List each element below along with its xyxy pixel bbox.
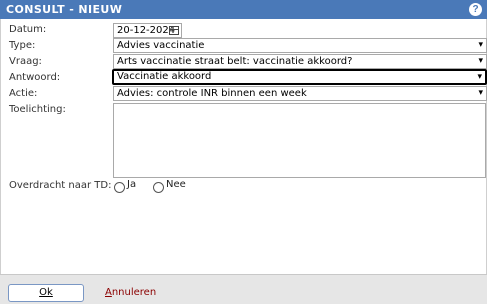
dialog-titlebar: CONSULT - NIEUW ? [0, 0, 487, 19]
vraag-select[interactable]: Arts vaccinatie straat belt: vaccinatie … [113, 54, 487, 69]
chevron-down-icon: ▾ [478, 88, 483, 98]
type-label: Type: [9, 40, 36, 51]
vraag-label: Vraag: [9, 56, 42, 67]
ok-button[interactable]: Ok [8, 284, 84, 302]
type-select[interactable]: Advies vaccinatie ▾ [113, 38, 487, 53]
vraag-value: Arts vaccinatie straat belt: vaccinatie … [117, 56, 353, 67]
antwoord-value: Vaccinatie akkoord [117, 71, 212, 82]
consult-dialog: CONSULT - NIEUW ? Datum: 20-12-2024 Type… [0, 0, 487, 304]
toelichting-label: Toelichting: [9, 104, 66, 115]
actie-select[interactable]: Advies: controle INR binnen een week ▾ [113, 86, 487, 101]
chevron-down-icon: ▾ [478, 40, 483, 50]
actie-label: Actie: [9, 88, 38, 99]
chevron-down-icon: ▾ [478, 56, 483, 66]
antwoord-select[interactable]: Vaccinatie akkoord ▾ [112, 69, 487, 85]
radio-nee-label[interactable]: Nee [166, 179, 186, 190]
cancel-link-rest: nnuleren [111, 287, 157, 298]
dialog-footer: Ok Annuleren [0, 274, 487, 304]
help-icon[interactable]: ? [469, 3, 482, 16]
actie-value: Advies: controle INR binnen een week [117, 88, 307, 99]
dialog-body: Datum: 20-12-2024 Type: Advies vaccinati… [0, 19, 487, 274]
radio-nee[interactable] [153, 182, 164, 193]
radio-ja-label[interactable]: Ja [127, 179, 136, 190]
datum-field[interactable]: 20-12-2024 [113, 23, 182, 38]
cancel-link-accesskey: A [105, 287, 112, 298]
type-value: Advies vaccinatie [117, 40, 205, 51]
datum-label: Datum: [9, 24, 47, 35]
calendar-icon[interactable] [169, 26, 179, 35]
toelichting-textarea[interactable] [113, 103, 486, 178]
dialog-title: CONSULT - NIEUW [6, 3, 123, 16]
datum-value: 20-12-2024 [117, 25, 176, 36]
chevron-down-icon: ▾ [477, 72, 482, 82]
radio-ja[interactable] [114, 182, 125, 193]
overdracht-label: Overdracht naar TD: [9, 180, 112, 191]
antwoord-label: Antwoord: [9, 72, 61, 83]
cancel-link[interactable]: Annuleren [105, 287, 156, 298]
